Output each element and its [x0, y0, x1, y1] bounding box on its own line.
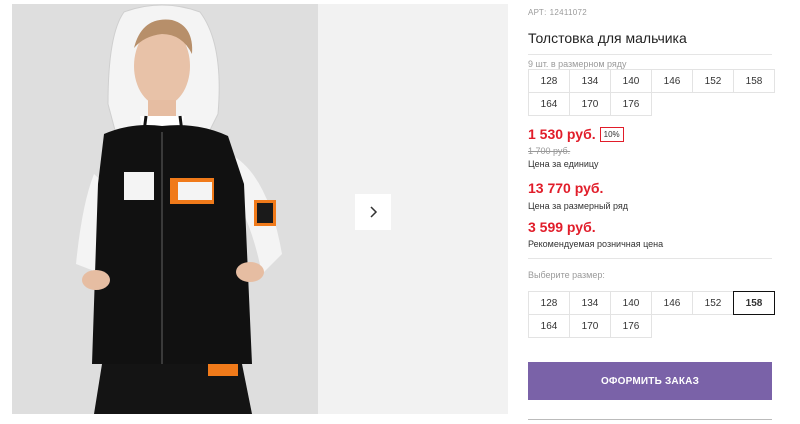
product-gallery	[12, 4, 508, 414]
discount-badge: 10%	[599, 126, 624, 142]
product-title: Толстовка для мальчика	[528, 30, 687, 46]
retail-price: 3 599 руб.	[528, 219, 596, 235]
size-option-176[interactable]: 176	[610, 314, 652, 338]
product-page: АРТ: 12411072 Толстовка для мальчика 9 шт…	[0, 0, 800, 424]
unit-price: 1 530 руб.	[528, 126, 596, 142]
size-option-158[interactable]: 158	[733, 291, 775, 315]
choose-size-label: Выберите размер:	[528, 270, 605, 280]
order-button[interactable]: ОФОРМИТЬ ЗАКАЗ	[528, 362, 772, 400]
divider	[528, 419, 772, 420]
product-info: АРТ: 12411072 Толстовка для мальчика 9 шт…	[528, 0, 778, 424]
row-size-hint: 9 шт. в размерном ряду	[528, 59, 627, 69]
size-option-152[interactable]: 152	[692, 291, 734, 315]
row-size-164: 164	[528, 92, 570, 116]
product-sku: АРТ: 12411072	[528, 8, 587, 17]
row-size-170: 170	[569, 92, 611, 116]
row-size-152: 152	[692, 69, 734, 93]
gallery-next-button[interactable]	[355, 194, 391, 230]
gallery-background	[318, 4, 508, 414]
sku-value: 12411072	[549, 8, 588, 17]
price-row: 1 530 руб. 10%	[528, 126, 624, 142]
row-size-grid: 128 134 140 146 152 158 164 170 176	[528, 69, 775, 116]
row-size-158: 158	[733, 69, 775, 93]
row-size-128: 128	[528, 69, 570, 93]
row-size-134: 134	[569, 69, 611, 93]
unit-price-caption: Цена за единицу	[528, 159, 599, 169]
size-option-140[interactable]: 140	[610, 291, 652, 315]
size-selector: 128 134 140 146 152 158 164 170 176	[528, 291, 775, 338]
row-price: 13 770 руб.	[528, 180, 604, 196]
chevron-right-icon	[370, 206, 378, 218]
size-option-164[interactable]: 164	[528, 314, 570, 338]
size-option-146[interactable]: 146	[651, 291, 693, 315]
size-option-128[interactable]: 128	[528, 291, 570, 315]
product-photo[interactable]	[12, 4, 318, 414]
old-price: 1 700 руб.	[528, 146, 571, 156]
row-size-140: 140	[610, 69, 652, 93]
row-size-146: 146	[651, 69, 693, 93]
size-option-134[interactable]: 134	[569, 291, 611, 315]
divider	[528, 54, 772, 55]
row-size-176: 176	[610, 92, 652, 116]
retail-price-caption: Рекомендуемая розничная цена	[528, 239, 664, 249]
product-photo-illustration	[12, 4, 318, 414]
size-option-170[interactable]: 170	[569, 314, 611, 338]
sku-label: АРТ:	[528, 8, 547, 17]
row-price-caption: Цена за размерный ряд	[528, 201, 629, 211]
divider	[528, 258, 772, 259]
